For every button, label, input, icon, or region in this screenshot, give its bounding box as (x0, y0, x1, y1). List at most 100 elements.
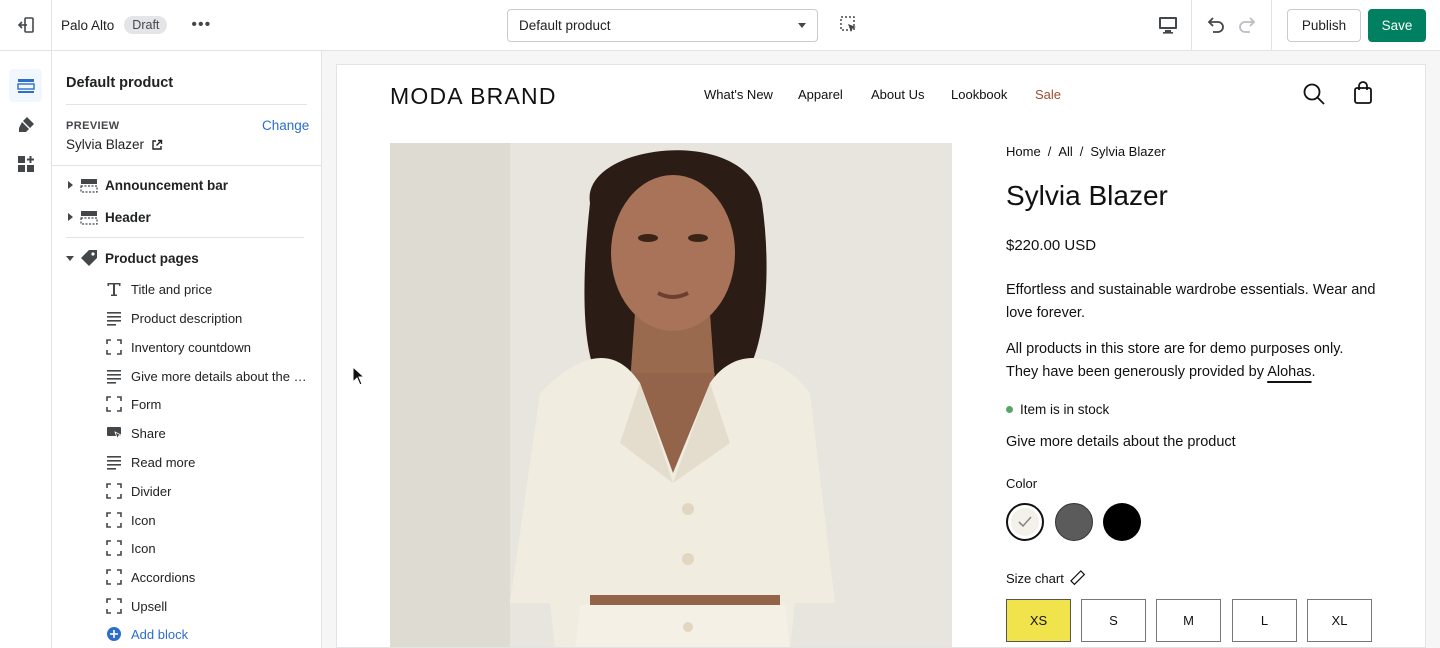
stock-status: Item is in stock (1006, 402, 1109, 417)
more-actions-button[interactable]: ••• (191, 16, 211, 34)
block-label: Inventory countdown (131, 339, 251, 355)
block-icon[interactable]: Icon (106, 538, 311, 558)
alohas-link[interactable]: Alohas (1267, 364, 1311, 380)
external-link-icon (152, 139, 163, 150)
divider (1191, 0, 1192, 51)
section-announcement-bar[interactable]: Announcement bar (66, 174, 228, 196)
divider (66, 104, 307, 105)
block-label: Title and price (131, 281, 213, 297)
block-product-description[interactable]: Product description (106, 308, 311, 328)
theme-settings-icon (18, 116, 34, 132)
preview-product-link[interactable]: Sylvia Blazer (66, 137, 163, 152)
nav-item-whats-new[interactable]: What's New (704, 87, 773, 102)
preview-label: PREVIEW (66, 120, 120, 132)
block-read-more[interactable]: Read more (106, 452, 311, 472)
store-logo[interactable]: MODA BRAND (390, 83, 557, 110)
divider (52, 165, 321, 166)
publish-button[interactable]: Publish (1287, 9, 1361, 42)
demo-note: All products in this store are for demo … (1006, 338, 1376, 384)
color-swatch-cream[interactable] (1006, 503, 1044, 541)
block-label: Product description (131, 310, 243, 326)
block-form[interactable]: Form (106, 394, 311, 414)
rail-sections-button[interactable] (9, 69, 42, 102)
block-share[interactable]: Share (106, 423, 311, 443)
sidebar: Default product PREVIEW Change Sylvia Bl… (52, 51, 322, 648)
block-frame-icon (106, 540, 122, 556)
block-frame-icon (106, 569, 122, 585)
size-option-s[interactable]: S (1081, 599, 1146, 642)
color-swatch-black[interactable] (1103, 503, 1141, 541)
block-frame-icon (106, 483, 122, 499)
chevron-down-icon (798, 23, 806, 28)
redo-icon[interactable] (1237, 14, 1259, 36)
product-photo-illustration (390, 143, 952, 647)
rail-theme-settings-button[interactable] (9, 108, 42, 141)
change-preview-link[interactable]: Change (262, 118, 309, 133)
app-embeds-icon (17, 155, 34, 172)
nav-item-sale[interactable]: Sale (1035, 87, 1061, 102)
block-title-and-price[interactable]: Title and price (106, 279, 311, 299)
block-accordions[interactable]: Accordions (106, 567, 311, 587)
size-option-l[interactable]: L (1232, 599, 1297, 642)
block-label: Icon (131, 540, 156, 556)
breadcrumb-separator: / (1079, 144, 1084, 159)
exit-icon (17, 17, 34, 33)
section-product-pages[interactable]: Product pages (66, 247, 199, 269)
size-chart-link[interactable]: Size chart (1006, 570, 1086, 586)
breadcrumb-all[interactable]: All (1058, 144, 1072, 159)
block-label: Share (131, 425, 166, 441)
in-stock-dot-icon (1006, 406, 1013, 413)
search-icon[interactable] (1302, 82, 1326, 106)
block-divider[interactable]: Divider (106, 481, 311, 501)
add-block-label: Add block (131, 626, 189, 642)
desktop-preview-icon[interactable] (1157, 15, 1179, 35)
left-rail (0, 51, 52, 648)
undo-icon[interactable] (1204, 14, 1226, 36)
section-header[interactable]: Header (66, 206, 151, 228)
size-option-m[interactable]: M (1156, 599, 1221, 642)
block-label: Give more details about the product (131, 368, 309, 384)
section-label: Announcement bar (105, 177, 229, 193)
save-button[interactable]: Save (1368, 9, 1426, 42)
size-option-xl[interactable]: XL (1307, 599, 1372, 642)
nav-item-lookbook[interactable]: Lookbook (951, 87, 1007, 102)
block-label: Form (131, 396, 162, 412)
rail-app-embeds-button[interactable] (9, 147, 42, 180)
block-upsell[interactable]: Upsell (106, 596, 311, 616)
top-bar: Palo Alto Draft ••• Default product Publ… (0, 0, 1440, 51)
breadcrumb: Home / All / Sylvia Blazer (1006, 144, 1166, 159)
size-option-xs[interactable]: XS (1006, 599, 1071, 642)
breadcrumb-home[interactable]: Home (1006, 144, 1041, 159)
add-block-button[interactable]: Add block (106, 624, 311, 644)
preview-canvas: MODA BRAND What's New Apparel About Us L… (322, 51, 1440, 648)
color-swatch-grey[interactable] (1055, 503, 1093, 541)
shopping-bag-icon[interactable] (1352, 81, 1374, 105)
product-description: Effortless and sustainable wardrobe esse… (1006, 282, 1376, 321)
check-icon (1018, 516, 1032, 528)
nav-item-about-us[interactable]: About Us (871, 87, 924, 102)
block-label: Icon (131, 512, 156, 528)
block-give-more-details[interactable]: Give more details about the product (106, 366, 311, 386)
block-label: Upsell (131, 598, 168, 614)
demo-note-suffix: . (1311, 364, 1316, 380)
block-frame-icon (106, 512, 122, 528)
exit-button[interactable] (0, 0, 52, 51)
chevron-right-icon (68, 181, 73, 189)
lines-icon (106, 310, 122, 326)
block-label: Divider (131, 483, 172, 499)
section-icon (80, 179, 98, 193)
ruler-icon (1069, 570, 1086, 586)
block-frame-icon (106, 598, 122, 614)
share-icon (106, 425, 122, 441)
block-label: Read more (131, 454, 196, 470)
inspector-icon[interactable] (839, 15, 859, 35)
template-select[interactable]: Default product (507, 9, 818, 42)
block-icon[interactable]: Icon (106, 510, 311, 530)
section-label: Header (105, 209, 151, 225)
lines-icon (106, 368, 122, 384)
store-preview[interactable]: MODA BRAND What's New Apparel About Us L… (336, 64, 1426, 648)
stock-text: Item is in stock (1020, 402, 1110, 417)
nav-item-apparel[interactable]: Apparel (798, 87, 843, 102)
product-image[interactable] (390, 143, 952, 647)
block-inventory-countdown[interactable]: Inventory countdown (106, 337, 311, 357)
